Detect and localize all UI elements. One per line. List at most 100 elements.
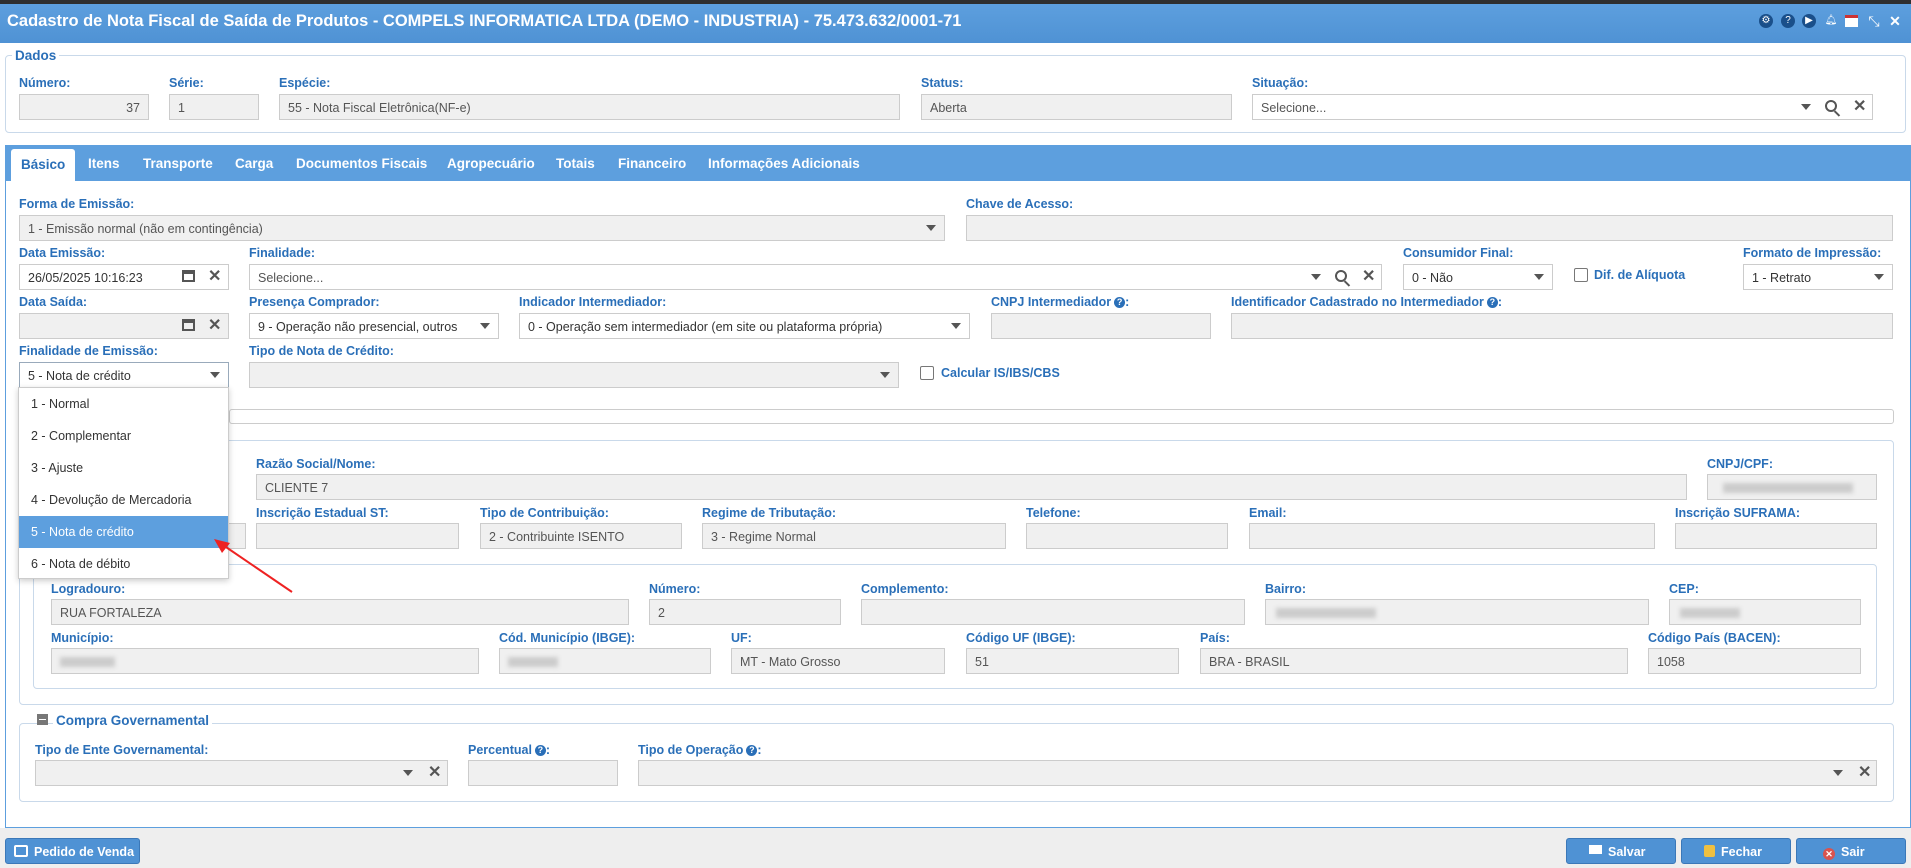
finalidade-dropdown-icon[interactable] <box>1311 274 1321 280</box>
salvar-button[interactable]: Salvar <box>1566 838 1676 864</box>
tab-informacoes-adicionais[interactable]: Informações Adicionais <box>708 156 860 171</box>
tipo-ente-dropdown-icon[interactable] <box>403 770 413 776</box>
dropdown-option-devolucao[interactable]: 4 - Devolução de Mercadoria <box>19 484 228 516</box>
tipo-contribuicao-field[interactable]: 2 - Contribuinte ISENTO <box>480 523 682 549</box>
forma-emissao-dropdown-icon[interactable] <box>926 225 936 231</box>
data-saida-calendar-icon[interactable] <box>182 319 195 331</box>
percentual-help-icon[interactable]: ? <box>534 745 546 756</box>
razao-social-field[interactable]: CLIENTE 7 <box>256 474 1687 500</box>
logradouro-field[interactable]: RUA FORTALEZA <box>51 599 629 625</box>
tab-carga[interactable]: Carga <box>235 156 273 171</box>
consumidor-final-dropdown-icon[interactable] <box>1534 274 1544 280</box>
indicador-intermediador-select[interactable]: 0 - Operação sem intermediador (em site … <box>519 313 970 339</box>
tab-totais[interactable]: Totais <box>556 156 595 171</box>
complemento-field[interactable] <box>861 599 1245 625</box>
tipo-ente-clear-icon[interactable]: ✕ <box>428 765 441 781</box>
numero-field[interactable]: 37 <box>19 94 149 120</box>
tab-financeiro[interactable]: Financeiro <box>618 156 686 171</box>
tab-itens[interactable]: Itens <box>88 156 120 171</box>
tipo-operacao-select[interactable] <box>638 760 1877 786</box>
tipo-nota-credito-dropdown-icon[interactable] <box>880 372 890 378</box>
dropdown-option-complementar[interactable]: 2 - Complementar <box>19 420 228 452</box>
uf-field[interactable]: MT - Mato Grosso <box>731 648 945 674</box>
finalidade-clear-icon[interactable]: ✕ <box>1362 269 1375 285</box>
play-icon[interactable]: ▶ <box>1802 14 1816 28</box>
especie-field[interactable]: 55 - Nota Fiscal Eletrônica(NF-e) <box>279 94 900 120</box>
identificador-intermediador-field[interactable] <box>1231 313 1893 339</box>
situacao-clear-icon[interactable]: ✕ <box>1853 99 1866 115</box>
presenca-comprador-dropdown-icon[interactable] <box>480 323 490 329</box>
cep-field[interactable] <box>1669 599 1861 625</box>
data-saida-clear-icon[interactable]: ✕ <box>208 318 221 334</box>
identificador-help-icon[interactable]: ? <box>1486 297 1498 308</box>
pais-field[interactable]: BRA - BRASIL <box>1200 648 1628 674</box>
sair-button[interactable]: ✕ Sair <box>1796 838 1906 864</box>
collapse-icon[interactable] <box>37 714 48 725</box>
cnpj-intermediador-help-icon[interactable]: ? <box>1114 297 1126 308</box>
regime-tributacao-label: Regime de Tributação: <box>702 506 837 520</box>
calendar-icon[interactable] <box>1845 15 1858 27</box>
settings-icon[interactable]: ⚙ <box>1759 14 1773 28</box>
chave-acesso-label: Chave de Acesso: <box>966 197 1074 211</box>
tab-basico[interactable]: Básico <box>11 149 76 181</box>
razao-social-label: Razão Social/Nome: <box>256 457 376 471</box>
endereco-numero-field[interactable]: 2 <box>649 599 841 625</box>
fechar-button[interactable]: Fechar <box>1681 838 1791 864</box>
cnpj-cpf-field[interactable] <box>1707 474 1877 500</box>
data-saida-field[interactable] <box>19 313 229 339</box>
formato-impressao-select[interactable]: 1 - Retrato <box>1743 264 1893 290</box>
inscricao-suframa-field[interactable] <box>1675 523 1877 549</box>
percentual-field[interactable] <box>468 760 618 786</box>
situacao-select[interactable]: Selecione... <box>1252 94 1873 120</box>
data-emissao-field[interactable]: 26/05/2025 10:16:23 <box>19 264 229 290</box>
finalidade-emissao-label: Finalidade de Emissão: <box>19 344 158 358</box>
tipo-nota-credito-select[interactable] <box>249 362 899 388</box>
tipo-operacao-help-icon[interactable]: ? <box>746 745 758 756</box>
cnpj-intermediador-field[interactable] <box>991 313 1211 339</box>
cod-uf-field[interactable]: 51 <box>966 648 1179 674</box>
data-emissao-calendar-icon[interactable] <box>182 270 195 282</box>
dif-aliquota-checkbox[interactable] <box>1574 268 1588 282</box>
cod-pais-field[interactable]: 1058 <box>1648 648 1861 674</box>
chave-acesso-field[interactable] <box>966 215 1893 241</box>
close-window-icon[interactable]: ✕ <box>1888 14 1902 28</box>
tab-agropecuario[interactable]: Agropecuário <box>447 156 535 171</box>
dropdown-option-nota-debito[interactable]: 6 - Nota de débito <box>19 548 228 580</box>
indicador-intermediador-dropdown-icon[interactable] <box>951 323 961 329</box>
serie-field[interactable]: 1 <box>169 94 259 120</box>
telefone-field[interactable] <box>1026 523 1228 549</box>
cod-municipio-field[interactable] <box>499 648 711 674</box>
finalidade-emissao-dropdown-icon[interactable] <box>210 372 220 378</box>
minimize-window-icon[interactable]: ⤡ <box>1867 14 1881 28</box>
help-icon[interactable]: ? <box>1781 14 1795 28</box>
forma-emissao-select[interactable]: 1 - Emissão normal (não em contingência) <box>19 215 945 241</box>
dropdown-option-normal[interactable]: 1 - Normal <box>19 388 228 420</box>
dropdown-option-ajuste[interactable]: 3 - Ajuste <box>19 452 228 484</box>
logradouro-label: Logradouro: <box>51 582 126 596</box>
tab-transporte[interactable]: Transporte <box>143 156 213 171</box>
pedido-venda-button[interactable]: Pedido de Venda <box>5 838 140 864</box>
regime-tributacao-field[interactable]: 3 - Regime Normal <box>702 523 1006 549</box>
dropdown-option-nota-credito[interactable]: 5 - Nota de crédito <box>19 516 228 548</box>
presenca-comprador-select[interactable]: 9 - Operação não presencial, outros <box>249 313 499 339</box>
lock-icon <box>1704 845 1715 857</box>
tab-documentos-fiscais[interactable]: Documentos Fiscais <box>296 156 427 171</box>
tipo-operacao-clear-icon[interactable]: ✕ <box>1858 765 1871 781</box>
data-emissao-clear-icon[interactable]: ✕ <box>208 269 221 285</box>
situacao-dropdown-icon[interactable] <box>1801 104 1811 110</box>
situacao-search-icon[interactable] <box>1825 100 1837 112</box>
identificador-intermediador-label: Identificador Cadastrado no Intermediado… <box>1231 295 1502 309</box>
municipio-field[interactable] <box>51 648 479 674</box>
bell-icon[interactable]: 🔔︎ <box>1824 14 1838 28</box>
calcular-is-ibs-cbs-checkbox[interactable] <box>920 366 934 380</box>
email-field[interactable] <box>1249 523 1655 549</box>
finalidade-emissao-select[interactable]: 5 - Nota de crédito <box>19 362 229 388</box>
tipo-ente-select[interactable] <box>35 760 448 786</box>
formato-impressao-dropdown-icon[interactable] <box>1874 274 1884 280</box>
tipo-operacao-dropdown-icon[interactable] <box>1833 770 1843 776</box>
bairro-field[interactable] <box>1265 599 1649 625</box>
finalidade-select[interactable]: Selecione... <box>249 264 1382 290</box>
finalidade-search-icon[interactable] <box>1335 270 1347 282</box>
consumidor-final-select[interactable]: 0 - Não <box>1403 264 1553 290</box>
status-field[interactable]: Aberta <box>921 94 1232 120</box>
